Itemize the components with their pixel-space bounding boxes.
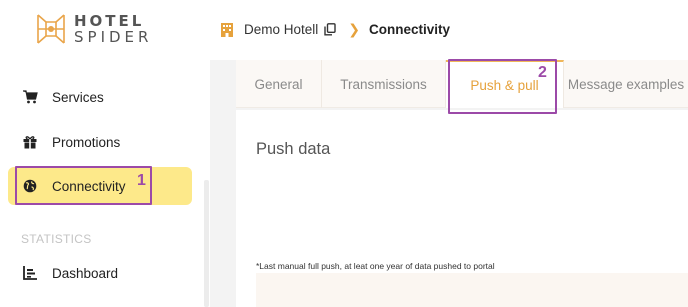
tab-label: Message examples	[567, 76, 685, 92]
sidebar-item-promotions[interactable]: Promotions	[8, 123, 192, 161]
copy-icon[interactable]	[324, 23, 336, 36]
sidebar-item-label: Promotions	[52, 134, 121, 150]
tab-message-examples[interactable]: Message examples	[564, 60, 688, 108]
logo-wordmark: HOTEL SPIDER	[74, 13, 152, 46]
top-header: Demo Hotell ❯ Connectivity	[210, 0, 688, 60]
sidebar-scrollbar[interactable]	[204, 180, 209, 307]
spider-logo-icon	[37, 14, 65, 44]
highlight-box-connectivity	[15, 166, 152, 205]
highlight-number-2: 2	[538, 64, 547, 81]
breadcrumb: Demo Hotell ❯ Connectivity	[220, 21, 450, 38]
cart-icon	[22, 89, 38, 105]
push-row	[256, 273, 688, 307]
tab-label: General	[254, 76, 303, 92]
sidebar-item-dashboard[interactable]: Dashboard	[8, 254, 192, 292]
tab-general[interactable]: General	[236, 60, 322, 108]
panel-title: Push data	[256, 140, 331, 158]
sidebar-item-label: Dashboard	[52, 265, 119, 281]
tab-transmissions[interactable]: Transmissions	[322, 60, 446, 108]
section-label-statistics: STATISTICS	[21, 232, 92, 246]
logo-line2: SPIDER	[74, 28, 153, 46]
hotel-icon	[221, 22, 233, 37]
gift-icon	[22, 134, 38, 150]
footnote: *Last manual full push, at leat one year…	[256, 261, 495, 271]
sidebar-item-label: Services	[52, 89, 104, 105]
hotel-spider-logo[interactable]: HOTEL SPIDER	[34, 12, 148, 46]
sidebar: HOTEL SPIDER Services Promotions Connect…	[0, 0, 210, 307]
breadcrumb-hotel[interactable]: Demo Hotell	[244, 22, 318, 37]
logo-line1: HOTEL	[74, 12, 145, 30]
tab-label: Transmissions	[340, 76, 427, 92]
sidebar-item-services[interactable]: Services	[8, 78, 192, 116]
chevron-right-icon: ❯	[348, 21, 361, 37]
push-data-panel: Push data *Last manual full push, at lea…	[236, 110, 688, 307]
highlight-number-1: 1	[137, 172, 146, 189]
chart-icon	[22, 265, 38, 281]
breadcrumb-current: Connectivity	[369, 22, 451, 37]
